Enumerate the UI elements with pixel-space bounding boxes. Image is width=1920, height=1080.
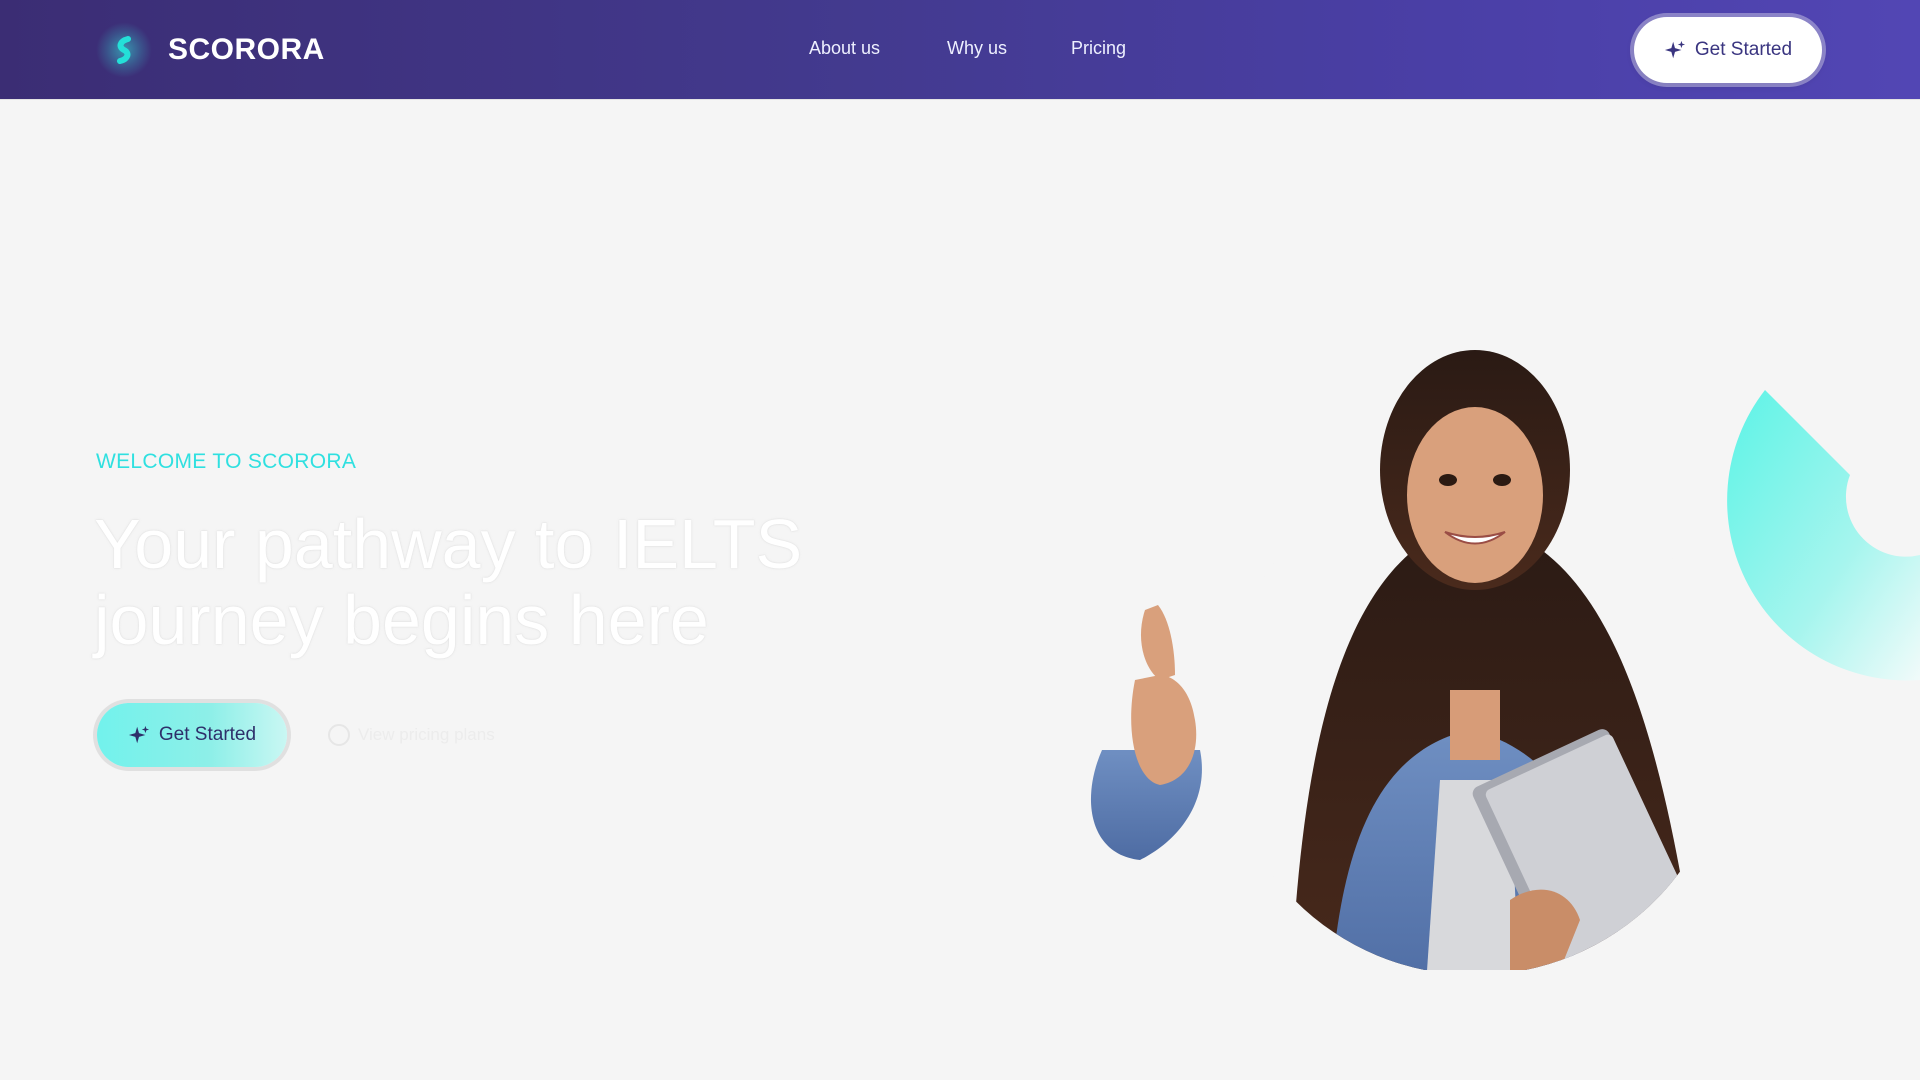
hero-eyebrow: WELCOME TO SCORORA — [96, 450, 357, 473]
header-cta-label: Get Started — [1694, 39, 1793, 60]
sparkle-icon — [128, 725, 149, 744]
nav-item-pricing[interactable]: Pricing — [1071, 38, 1126, 59]
brand-name: SCORORA — [168, 33, 325, 66]
nav-item-why-us[interactable]: Why us — [947, 38, 1007, 59]
student-thumbs-up-photo — [1090, 350, 1730, 970]
hero-headline: Your pathway to IELTS journey begins her… — [94, 506, 874, 658]
hero-headline-line-1: Your pathway to IELTS — [94, 505, 803, 583]
view-pricing-plans-link[interactable]: View pricing plans — [328, 723, 495, 747]
header-get-started-button[interactable]: Get Started — [1634, 17, 1822, 83]
view-pricing-plans-label: View pricing plans — [358, 725, 495, 744]
hero-get-started-button[interactable]: Get Started — [97, 703, 287, 767]
sparkle-icon — [1664, 40, 1685, 59]
decorative-cyan-shape — [1727, 390, 1920, 681]
nav-item-about-us[interactable]: About us — [809, 38, 880, 59]
hero-cta-label: Get Started — [158, 724, 257, 745]
circle-play-icon — [328, 724, 350, 746]
top-navigation-bar: SCORORA About us Why us Pricing Get Star… — [0, 0, 1920, 100]
brand[interactable]: SCORORA — [96, 22, 325, 78]
scorora-s-logo-icon — [96, 22, 152, 78]
hero-headline-line-2: journey begins here — [94, 581, 709, 659]
